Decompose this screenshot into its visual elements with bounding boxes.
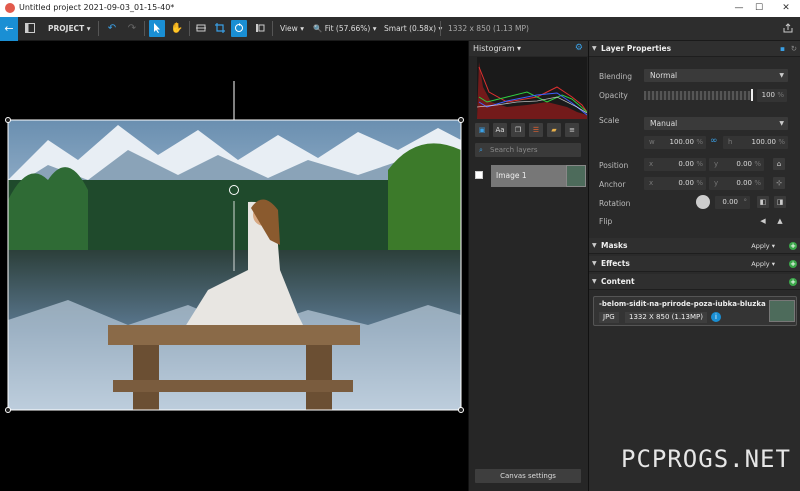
masks-section-header[interactable]: ▼ Masks Apply ▾ + <box>589 238 800 254</box>
anchor-grid-icon[interactable]: ⊹ <box>773 177 785 189</box>
histogram-layers-panel: Histogram ▾ ⚙ ▣ Aa ❐ ☰ ▰ ≡ ⌕ Search laye… <box>468 41 589 491</box>
project-menu[interactable]: PROJECT ▾ <box>48 20 91 37</box>
position-reset-icon[interactable]: ⌂ <box>773 158 785 170</box>
view-menu[interactable]: View ▾ <box>280 20 304 37</box>
blending-label: Blending <box>599 72 632 81</box>
histogram-title: Histogram ▾ <box>473 44 522 53</box>
resize-handle-bottom-right[interactable] <box>458 407 464 413</box>
content-filename: -belom-sidit-na-prirode-poza-iubka-bluzk… <box>599 300 766 308</box>
maximize-button[interactable]: ☐ <box>751 1 767 15</box>
add-effect-icon[interactable]: + <box>789 260 797 268</box>
save-icon[interactable]: ▪ <box>780 41 785 57</box>
opacity-field[interactable]: 100% <box>757 89 787 102</box>
settings-gear-icon[interactable]: ⚙ <box>575 43 583 53</box>
content-file-item[interactable]: -belom-sidit-na-prirode-poza-iubka-bluzk… <box>593 296 797 326</box>
content-section-header[interactable]: ▼ Content + <box>589 274 800 290</box>
select-pointer-icon[interactable] <box>149 20 165 37</box>
redo-icon[interactable]: ↷ <box>124 20 140 37</box>
histogram-graph <box>477 57 587 119</box>
watermark-text: PCPROGS.NET <box>621 445 791 473</box>
add-content-icon[interactable]: + <box>789 278 797 286</box>
histogram-header[interactable]: Histogram ▾ ⚙ <box>469 41 589 56</box>
zoom-fit-dropdown[interactable]: 🔍 Fit (57.66%) ▾ <box>313 20 377 37</box>
panel-toggle-icon[interactable] <box>22 20 38 37</box>
search-icon: ⌕ <box>479 146 483 154</box>
layer-thumbnail <box>566 165 586 187</box>
blending-dropdown[interactable]: Normal ▼ <box>644 69 788 82</box>
info-icon[interactable]: i <box>711 312 721 322</box>
main-toolbar: ← PROJECT ▾ ↶ ↷ ✋ View ▾ 🔍 Fit (57.66%) … <box>0 17 800 41</box>
app-logo-icon <box>5 3 15 13</box>
search-layers-input[interactable]: ⌕ Search layers <box>475 143 581 157</box>
magnifier-icon: 🔍 <box>313 24 323 33</box>
flip-vertical-icon[interactable]: ▲ <box>774 215 786 227</box>
rotation-field[interactable]: 0.00 ° <box>715 196 750 209</box>
rotation-handle[interactable] <box>229 185 239 195</box>
layer-visibility-checkbox[interactable] <box>475 171 483 179</box>
resize-handle-top-right[interactable] <box>458 117 464 123</box>
effects-apply-menu[interactable]: Apply ▾ <box>751 256 775 272</box>
opacity-slider-thumb[interactable] <box>751 89 753 101</box>
rotation-label: Rotation <box>599 199 631 208</box>
flip-horizontal-icon[interactable]: ◀ <box>757 215 769 227</box>
image-canvas[interactable] <box>0 41 468 491</box>
layer-tools-bar: ▣ Aa ❐ ☰ ▰ ≡ <box>475 123 587 139</box>
scale-mode-dropdown[interactable]: Manual ▼ <box>644 117 788 130</box>
adjustment-layer-icon[interactable]: ☰ <box>529 123 543 137</box>
add-mask-icon[interactable]: + <box>789 242 797 250</box>
add-image-layer-icon[interactable]: ▣ <box>475 123 489 137</box>
rotation-dial[interactable] <box>696 195 710 209</box>
rotate-left-icon[interactable]: ◧ <box>757 196 769 208</box>
crop-icon[interactable] <box>212 20 228 37</box>
window-title: Untitled project 2021-09-03_01-15-40* <box>19 3 175 12</box>
smart-zoom-dropdown[interactable]: Smart (0.58x) ▾ <box>384 20 442 37</box>
canvas-settings-button[interactable]: Canvas settings <box>475 469 581 483</box>
anchor-label: Anchor <box>599 180 626 189</box>
duplicate-layer-icon[interactable]: ❐ <box>511 123 525 137</box>
add-text-layer-icon[interactable]: Aa <box>493 123 507 137</box>
resize-handle-top-left[interactable] <box>5 117 11 123</box>
transform-frame[interactable] <box>0 41 468 491</box>
title-bar: Untitled project 2021-09-03_01-15-40* — … <box>0 0 800 17</box>
opacity-label: Opacity <box>599 91 628 100</box>
scale-width-field[interactable]: w 100.00% <box>644 136 706 149</box>
folder-icon[interactable]: ▰ <box>547 123 561 137</box>
anchor-y-field[interactable]: y 0.00% <box>709 177 764 190</box>
layer-item[interactable]: Image 1 <box>491 165 566 187</box>
minimize-button[interactable]: — <box>731 1 747 15</box>
anchor-x-field[interactable]: x 0.00% <box>644 177 706 190</box>
content-thumbnail <box>769 300 795 322</box>
resize-handle-bottom-left[interactable] <box>5 407 11 413</box>
layer-properties-header[interactable]: ▼ Layer Properties ▪ ↻ <box>589 41 800 57</box>
scale-label: Scale <box>599 116 620 125</box>
rotate-icon[interactable] <box>231 20 247 37</box>
content-size: 1332 X 850 (1.13MP) <box>625 312 707 323</box>
undo-icon[interactable]: ↶ <box>104 20 120 37</box>
position-x-field[interactable]: x 0.00% <box>644 158 706 171</box>
opacity-slider[interactable] <box>644 91 752 100</box>
reset-icon[interactable]: ↻ <box>791 41 797 57</box>
layers-menu-icon[interactable]: ≡ <box>565 123 579 137</box>
position-label: Position <box>599 161 629 170</box>
hand-pan-icon[interactable]: ✋ <box>169 20 185 37</box>
align-icon[interactable] <box>252 20 268 37</box>
export-share-icon[interactable] <box>780 20 796 37</box>
masks-apply-menu[interactable]: Apply ▾ <box>751 238 775 254</box>
position-y-field[interactable]: y 0.00% <box>709 158 764 171</box>
close-window-button[interactable]: ✕ <box>778 1 794 15</box>
effects-section-header[interactable]: ▼ Effects Apply ▾ + <box>589 256 800 272</box>
rotate-right-icon[interactable]: ◨ <box>774 196 786 208</box>
flip-label: Flip <box>599 217 613 226</box>
link-scale-icon[interactable]: ∞ <box>710 136 718 146</box>
layer-properties-panel: ▼ Layer Properties ▪ ↻ Blending Normal ▼ O… <box>588 41 800 491</box>
scale-height-field[interactable]: h 100.00% <box>723 136 788 149</box>
back-arrow-icon[interactable]: ← <box>0 17 18 41</box>
transform-icon[interactable] <box>193 20 209 37</box>
content-format-badge: JPG <box>599 312 619 323</box>
image-dimensions: 1332 x 850 (1.13 MP) <box>448 24 529 33</box>
